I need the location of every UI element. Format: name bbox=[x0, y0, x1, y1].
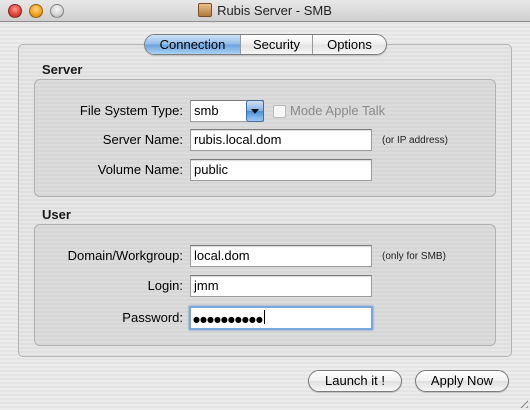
password-label: Password: bbox=[122, 310, 183, 325]
password-input[interactable]: ●●●●●●●●●● bbox=[189, 306, 373, 330]
server-name-hint: (or IP address) bbox=[382, 135, 448, 146]
text-cursor bbox=[263, 310, 265, 324]
fs-type-select[interactable]: smb bbox=[190, 100, 264, 122]
fs-type-selected-value: smb bbox=[194, 103, 219, 118]
domain-hint: (only for SMB) bbox=[382, 251, 446, 262]
apple-talk-checkbox[interactable] bbox=[273, 105, 286, 118]
window-title-area: Rubis Server - SMB bbox=[0, 0, 530, 22]
apply-now-button[interactable]: Apply Now bbox=[415, 370, 509, 392]
server-name-input[interactable]: rubis.local.dom bbox=[190, 129, 372, 151]
tab-connection[interactable]: Connection bbox=[145, 35, 240, 54]
fs-type-label: File System Type: bbox=[79, 103, 183, 118]
chevron-down-icon[interactable] bbox=[246, 100, 264, 122]
domain-input[interactable]: local.dom bbox=[190, 245, 372, 267]
server-name-label: Server Name: bbox=[102, 132, 183, 147]
window: Rubis Server - SMB Connection Security O… bbox=[0, 0, 530, 410]
server-section-title: Server bbox=[42, 62, 83, 77]
tab-security[interactable]: Security bbox=[240, 35, 312, 54]
password-mask: ●●●●●●●●●● bbox=[193, 315, 263, 324]
login-label: Login: bbox=[147, 278, 183, 293]
server-app-icon bbox=[198, 3, 213, 17]
user-section-title: User bbox=[42, 207, 71, 222]
login-input[interactable]: jmm bbox=[190, 275, 372, 297]
tab-options[interactable]: Options bbox=[312, 35, 386, 54]
window-title: Rubis Server - SMB bbox=[217, 3, 332, 18]
volume-name-label: Volume Name: bbox=[97, 162, 183, 177]
tab-bar: Connection Security Options bbox=[144, 34, 387, 55]
volume-name-input[interactable]: public bbox=[190, 159, 372, 181]
domain-label: Domain/Workgroup: bbox=[67, 248, 183, 263]
title-bar: Rubis Server - SMB bbox=[0, 0, 530, 22]
resize-grip-icon[interactable] bbox=[517, 397, 528, 408]
launch-button[interactable]: Launch it ! bbox=[308, 370, 402, 392]
apple-talk-label: Mode Apple Talk bbox=[290, 103, 386, 118]
